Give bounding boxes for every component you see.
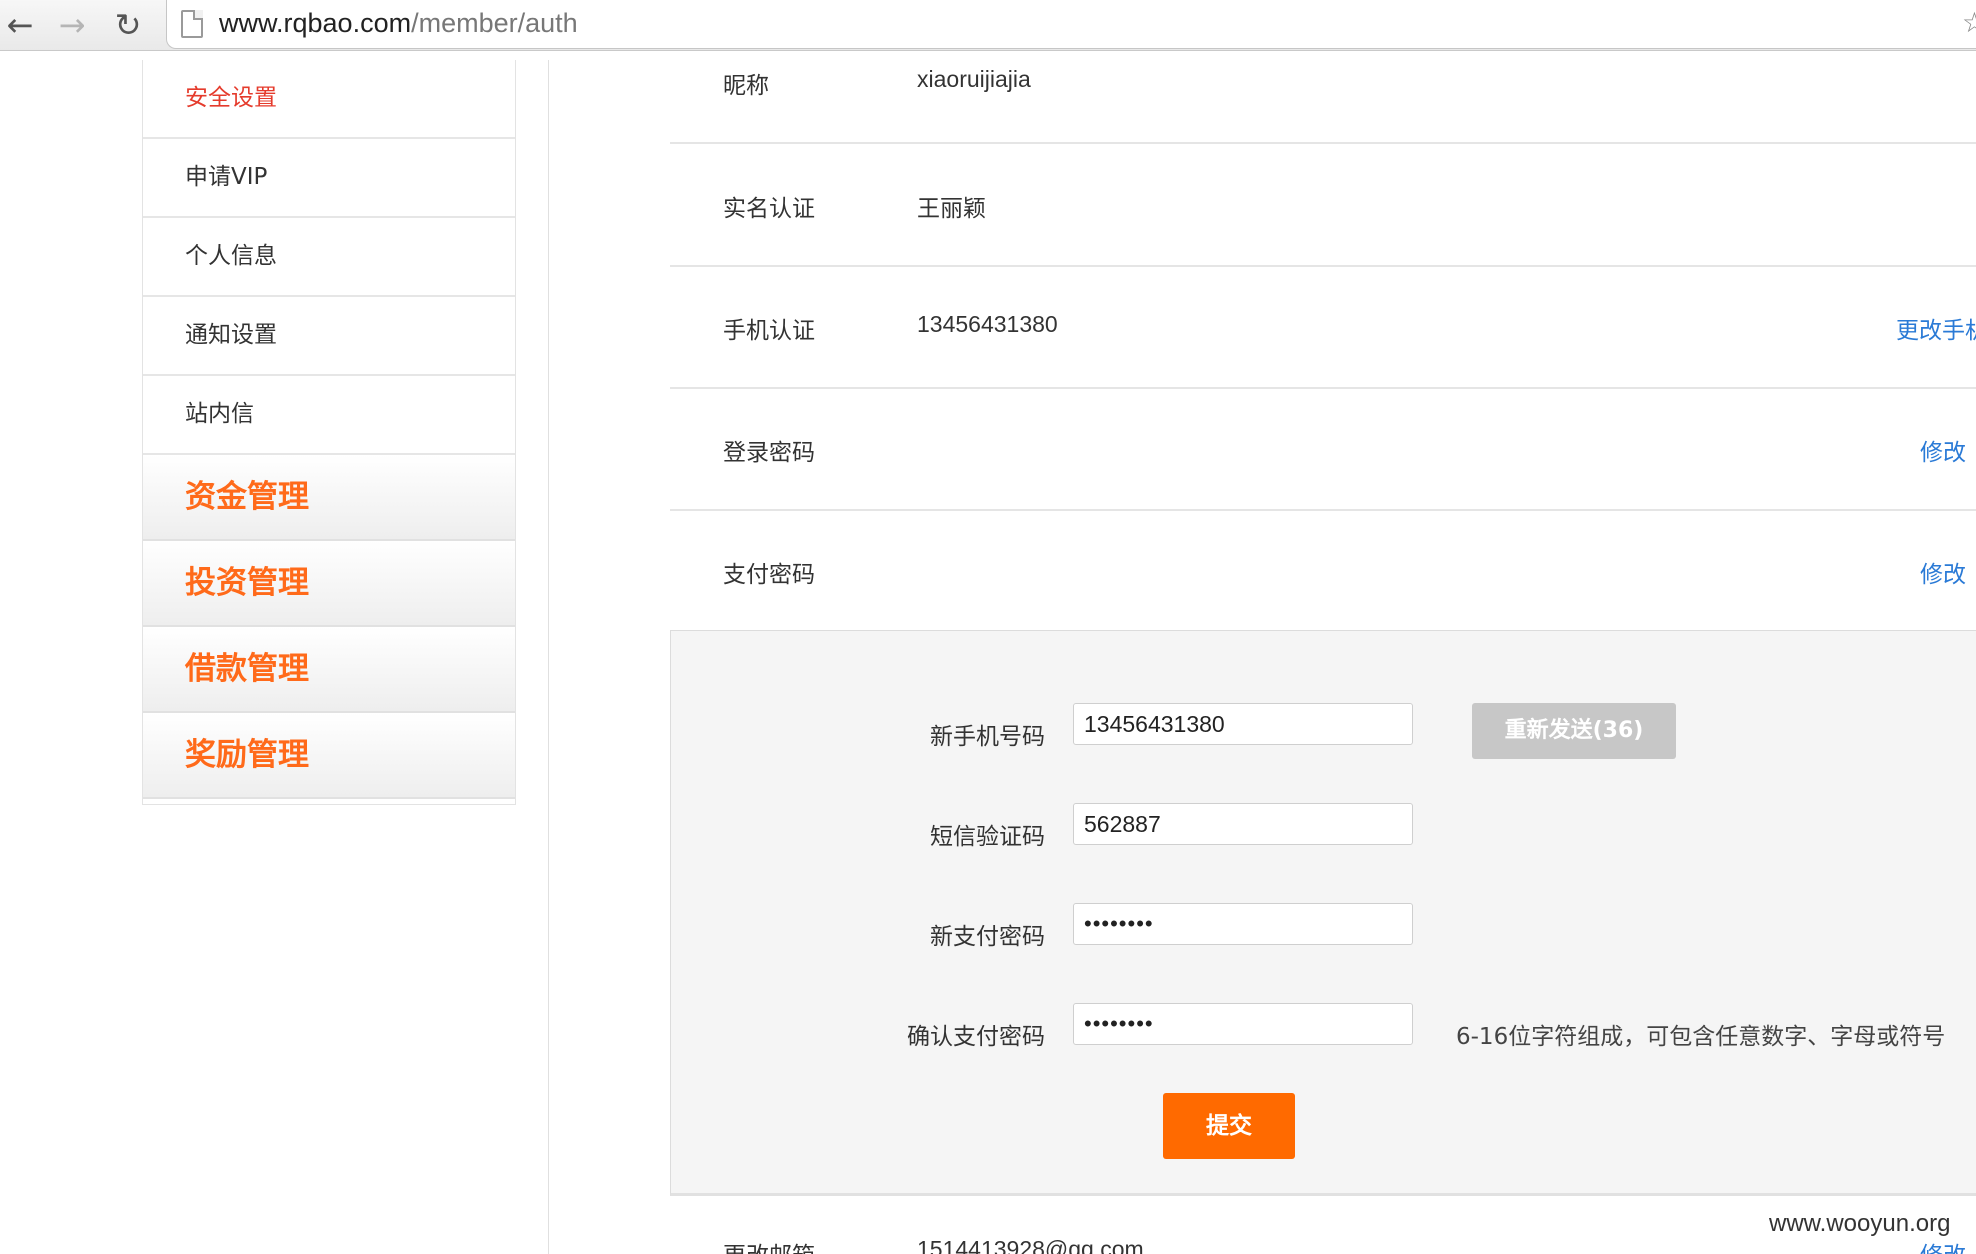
change-phone-panel: 新手机号码 13456431380 重新发送(36) 短信验证码 562887 … [670,630,1976,1196]
sidebar-item-profile[interactable]: 个人信息 [143,218,515,297]
nickname-value: xiaoruijiajia [917,66,1031,92]
sidebar-group-rewards[interactable]: 奖励管理 [143,713,515,799]
resend-code-button[interactable]: 重新发送(36) [1472,703,1676,759]
pay-password-label: 支付密码 [723,562,815,588]
sms-code-label: 短信验证码 [930,824,1045,850]
phone-label: 手机认证 [723,318,815,344]
sms-code-input[interactable]: 562887 [1073,803,1413,845]
email-label: 更改邮箱 [723,1236,815,1254]
confirm-pay-password-input[interactable]: •••••••• [1073,1003,1413,1045]
new-phone-input[interactable]: 13456431380 [1073,703,1413,745]
sidebar-group-loans[interactable]: 借款管理 [143,627,515,713]
nickname-label: 昵称 [723,73,769,99]
new-phone-label: 新手机号码 [930,724,1045,750]
email-value: 1514413928@qq.com [917,1236,1144,1254]
realname-value: 王丽颖 [917,195,986,221]
phone-value: 13456431380 [917,311,1058,337]
realname-label: 实名认证 [723,196,815,222]
new-pay-password-label: 新支付密码 [930,924,1045,950]
confirm-pay-password-label: 确认支付密码 [907,1024,1045,1050]
watermark: www.wooyun.org [1769,1210,1951,1237]
forward-arrow-icon[interactable]: → [52,6,92,44]
login-password-label: 登录密码 [723,440,815,466]
sidebar-group-investment[interactable]: 投资管理 [143,541,515,627]
sidebar-item-security[interactable]: 安全设置 [143,60,515,139]
sidebar-item-inbox[interactable]: 站内信 [143,376,515,455]
new-pay-password-input[interactable]: •••••••• [1073,903,1413,945]
url-domain: www.rqbao.com [219,8,412,38]
submit-button[interactable]: 提交 [1163,1093,1295,1159]
row-pay-password: 支付密码 修改 [670,510,1976,631]
row-phone: 手机认证 13456431380 更改手机 [670,266,1976,389]
content-divider [548,60,549,1254]
edit-login-password-link[interactable]: 修改 [1920,433,1966,467]
edit-pay-password-link[interactable]: 修改 [1920,555,1966,589]
reload-icon[interactable]: ↻ [108,6,148,44]
row-realname: 实名认证 王丽颖 [670,144,1976,267]
sidebar: 安全设置 申请VIP 个人信息 通知设置 站内信 资金管理 投资管理 借款管理 … [142,60,516,805]
url-text[interactable]: www.rqbao.com/member/auth [219,5,578,41]
url-path: /member/auth [411,8,578,38]
sidebar-item-notifications[interactable]: 通知设置 [143,297,515,376]
sidebar-group-funds[interactable]: 资金管理 [143,455,515,541]
row-nickname: 昵称 xiaoruijiajia [670,22,1976,144]
change-phone-link[interactable]: 更改手机 [1896,311,1976,345]
row-login-password: 登录密码 修改 [670,388,1976,511]
back-arrow-icon[interactable]: ← [0,6,40,44]
page-icon [181,10,203,38]
password-hint: 6-16位字符组成，可包含任意数字、字母或符号 [1456,1024,1946,1050]
sidebar-item-vip[interactable]: 申请VIP [143,139,515,218]
edit-email-link[interactable]: 修改 [1920,1236,1966,1254]
